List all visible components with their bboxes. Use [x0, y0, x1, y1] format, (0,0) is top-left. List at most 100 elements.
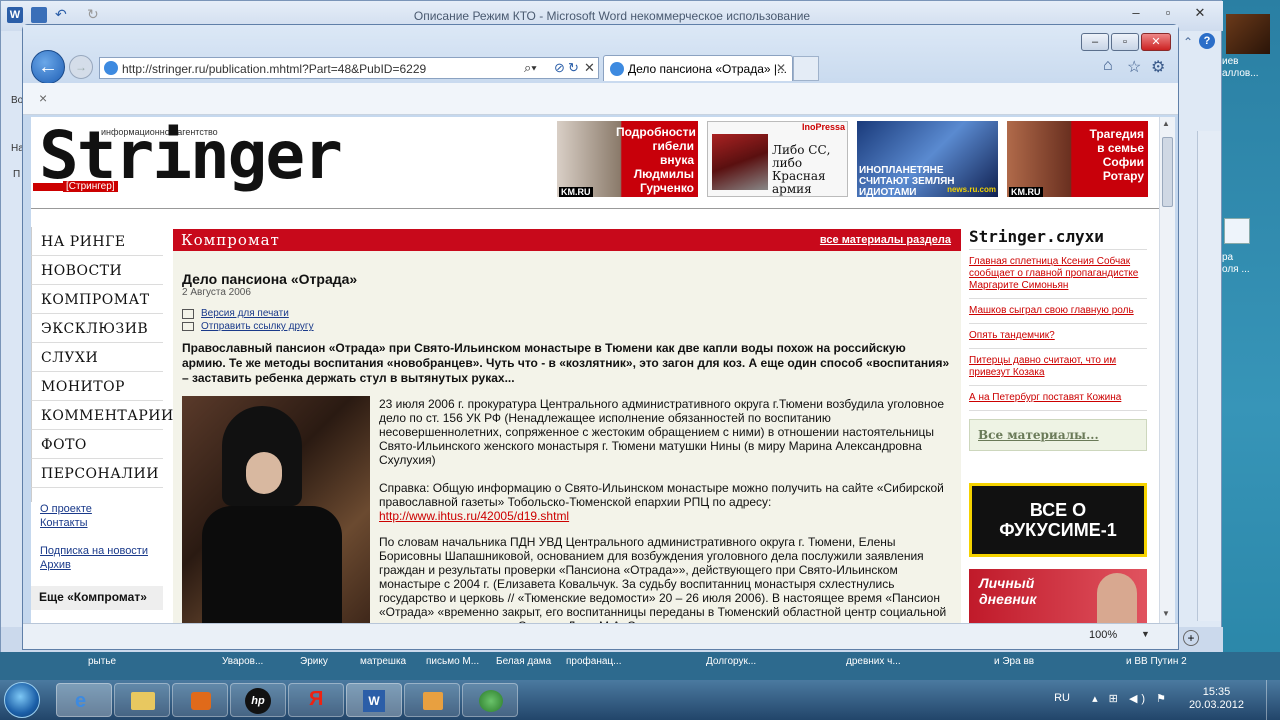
favorites-star-icon[interactable]: ☆ — [1127, 57, 1141, 77]
notification-bar: × — [23, 83, 1178, 115]
ribbon-collapse-icon[interactable]: ⌃ — [1183, 35, 1193, 49]
nav-item-monitor[interactable]: МОНИТОР — [31, 372, 163, 401]
rumor-link[interactable]: Опять тандемчик? — [969, 324, 1147, 349]
rumor-link[interactable]: А на Петербург поставят Кожина — [969, 386, 1147, 411]
rumor-link[interactable]: Машков сыграл свою главную роль — [969, 299, 1147, 324]
help-icon[interactable]: ? — [1199, 33, 1215, 49]
ie-maximize-button[interactable]: ▫ — [1111, 33, 1139, 51]
nav-item-novosti[interactable]: НОВОСТИ — [31, 256, 163, 285]
word-close-button[interactable]: ✕ — [1187, 5, 1213, 23]
nav-item-photo[interactable]: ФОТО — [31, 430, 163, 459]
yandex-taskbar-icon[interactable]: Я — [288, 683, 344, 717]
strip-item[interactable]: профанац... — [566, 656, 621, 667]
rumor-link[interactable]: Главная сплетница Ксения Собчак сообщает… — [969, 250, 1147, 299]
print-version-link[interactable]: Версия для печати — [201, 308, 289, 319]
scroll-up-icon[interactable]: ▲ — [1162, 119, 1170, 128]
strip-item[interactable]: и ВВ Путин 2 — [1126, 656, 1187, 667]
page-scrollbar[interactable]: ▲ ▼ — [1159, 117, 1175, 623]
send-link[interactable]: Отправить ссылку другу — [201, 321, 314, 332]
address-url[interactable]: http://stringer.ru/publication.mhtml?Par… — [122, 62, 426, 76]
rumors-logo[interactable]: Stringer.слухи — [969, 227, 1147, 246]
strip-item[interactable]: рытье — [88, 656, 116, 667]
clock-date: 20.03.2012 — [1188, 699, 1244, 711]
hp-taskbar-icon[interactable]: hp — [230, 683, 286, 717]
zoom-level[interactable]: 100% — [1089, 629, 1117, 641]
article-paragraph-2: Справка: Общую информацию о Свято-Ильинс… — [379, 481, 944, 509]
media-taskbar-icon[interactable] — [172, 683, 228, 717]
article-external-link[interactable]: http://www.ihtus.ru/42005/d19.shtml — [379, 509, 569, 523]
strip-item[interactable]: Уваров... — [222, 656, 263, 667]
zoom-in-icon[interactable]: + — [1183, 630, 1199, 646]
strip-item[interactable]: древних ч... — [846, 656, 901, 667]
section-all-link[interactable]: все материалы раздела — [820, 234, 951, 246]
strip-item[interactable]: Долгорук... — [706, 656, 756, 667]
ad-4-source: KM.RU — [1009, 187, 1043, 197]
nav-item-persons[interactable]: ПЕРСОНАЛИИ — [31, 459, 163, 488]
section-header: Компромат все материалы раздела — [173, 229, 961, 251]
tray-icons[interactable]: ▴ ⊞ ◀) ⚑ — [1092, 692, 1170, 705]
back-button[interactable]: ← — [31, 50, 65, 84]
strip-item[interactable]: письмо М... — [426, 656, 479, 667]
ad-2-source: InoPressa — [801, 122, 845, 132]
word-taskbar-icon[interactable]: W — [346, 683, 402, 717]
ie-close-button[interactable]: ✕ — [1141, 33, 1171, 51]
stop-icon[interactable]: ✕ — [584, 60, 595, 76]
people-taskbar-icon[interactable] — [462, 683, 518, 717]
nav-link-about[interactable]: О проекте — [31, 502, 163, 516]
ad-banner-2[interactable]: InoPressa Либо СС, либо Красная армия — [707, 121, 848, 197]
nav-item-na-ringe[interactable]: НА РИНГЕ — [31, 227, 163, 256]
nav-link-contacts[interactable]: Контакты — [31, 516, 163, 530]
start-button[interactable] — [4, 682, 40, 718]
tab-close-icon[interactable]: ✕ — [776, 61, 786, 75]
home-icon[interactable]: ⌂ — [1103, 57, 1113, 75]
strip-item[interactable]: Белая дама — [496, 656, 551, 667]
language-indicator[interactable]: RU — [1054, 692, 1070, 704]
close-notification-icon[interactable]: × — [39, 90, 47, 106]
tab-active[interactable]: Дело пансиона «Отрада» |... ✕ — [603, 55, 793, 81]
desktop-icon-document[interactable] — [1224, 218, 1250, 244]
nav-item-kompromat[interactable]: КОМПРОМАТ — [31, 285, 163, 314]
new-tab-button[interactable] — [793, 56, 819, 81]
address-bar[interactable]: http://stringer.ru/publication.mhtml?Par… — [99, 57, 599, 79]
explorer-taskbar-icon[interactable] — [114, 683, 170, 717]
diary-banner[interactable]: Личный дневник — [969, 569, 1147, 623]
search-icon[interactable]: ⌕▾ — [524, 60, 537, 76]
nav-item-exclusive[interactable]: ЭКСКЛЮЗИВ — [31, 314, 163, 343]
nav-link-archive[interactable]: Архив — [31, 558, 163, 572]
envelope-icon[interactable] — [182, 322, 194, 331]
compat-view-icon[interactable]: ⊘ — [554, 60, 565, 76]
ie-taskbar-icon[interactable]: e — [56, 683, 112, 717]
fukushima-banner[interactable]: ВСЕ О ФУКУСИМЕ-1 — [969, 483, 1147, 557]
banner-2-photo — [1097, 573, 1137, 623]
gear-icon[interactable]: ⚙ — [1151, 57, 1165, 77]
ad-banner-4[interactable]: Трагедия в семье Софии Ротару KM.RU — [1007, 121, 1148, 197]
nav-item-comments[interactable]: КОММЕНТАРИИ — [31, 401, 173, 430]
show-desktop-button[interactable] — [1266, 680, 1280, 720]
app-taskbar-icon[interactable] — [404, 683, 460, 717]
tab-title[interactable]: Дело пансиона «Отрада» |... — [628, 62, 787, 76]
word-scrollbar[interactable] — [1197, 131, 1221, 621]
nav-link-subscribe[interactable]: Подписка на новости — [31, 544, 163, 558]
print-icon[interactable] — [182, 309, 194, 319]
rumor-link[interactable]: Питерцы давно считают, что им привезут К… — [969, 349, 1147, 386]
banner-1-text: ВСЕ О ФУКУСИМЕ-1 — [999, 500, 1117, 540]
forward-button[interactable]: → — [69, 55, 93, 79]
scroll-down-icon[interactable]: ▼ — [1162, 609, 1170, 618]
strip-item[interactable]: и Эра вв — [994, 656, 1034, 667]
refresh-icon[interactable]: ↻ — [568, 60, 579, 76]
strip-item[interactable]: матрешка — [360, 656, 406, 667]
clock[interactable]: 15:35 20.03.2012 — [1189, 686, 1244, 712]
nav-item-sluhi[interactable]: СЛУХИ — [31, 343, 163, 372]
ad-banner-1[interactable]: Подробности гибели внука Людмилы Гурченк… — [557, 121, 698, 197]
ie-minimize-button[interactable]: – — [1081, 33, 1109, 51]
article-paragraph-3: По словам начальника ПДН УВД Центральног… — [379, 535, 947, 623]
ad-banner-3[interactable]: ИНОПЛАНЕТЯНЕ СЧИТАЮТ ЗЕМЛЯН ИДИОТАМИ new… — [857, 121, 998, 198]
zoom-dropdown-icon[interactable]: ▼ — [1141, 629, 1150, 639]
clock-time: 15:35 — [1202, 686, 1231, 698]
all-materials-link[interactable]: Все материалы... — [969, 419, 1147, 451]
word-minimize-button[interactable]: – — [1123, 5, 1149, 23]
scroll-thumb[interactable] — [1162, 137, 1173, 207]
word-maximize-button[interactable]: ▫ — [1155, 5, 1181, 23]
desktop-icon-image[interactable] — [1226, 14, 1270, 54]
strip-item[interactable]: Эрику — [300, 656, 328, 667]
